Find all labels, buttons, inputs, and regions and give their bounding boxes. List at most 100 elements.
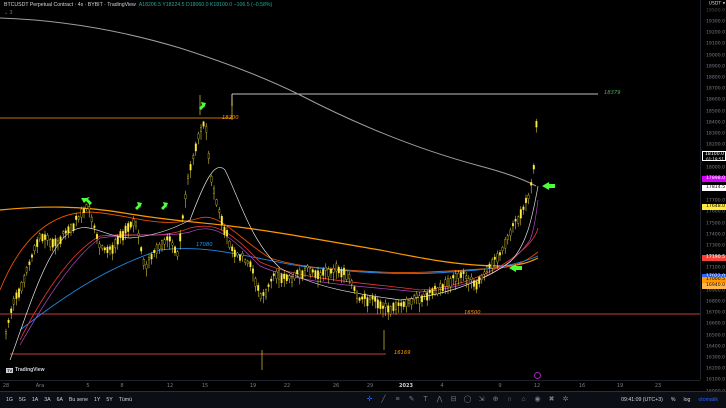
range-button[interactable]: 1Y [94,397,100,403]
candle-body [478,276,481,284]
magnet-icon[interactable]: ∩ [505,395,514,404]
range-button[interactable]: 1G [6,397,13,403]
shapes-icon[interactable]: ◯ [463,395,472,404]
candle-body [418,295,421,304]
candle-body [343,267,345,276]
range-button[interactable]: 5Y [106,397,112,403]
price-chart[interactable] [0,0,700,380]
time-tick-label: 16 [578,383,586,389]
candle-body [506,235,509,240]
ruler-icon[interactable]: ⊟ [449,395,458,404]
candle-body [187,175,189,180]
price-tick-label: 16300.0 [706,355,725,361]
candle-body [522,206,525,210]
candle-body [192,155,195,159]
candle-body [155,244,158,254]
label-16169: 16169 [394,350,411,356]
candle-body [356,291,358,300]
candle-body [218,209,221,213]
candle-body [174,246,176,254]
crosshair-icon[interactable]: ✛ [365,395,374,404]
price-tick-label: 16700.0 [706,310,725,316]
range-button[interactable]: Bu sene [69,397,88,403]
trendline-icon[interactable]: ╱ [379,395,388,404]
candle-body [285,274,288,281]
pattern-icon[interactable]: ⋀ [435,395,444,404]
brush-icon[interactable]: ✎ [407,395,416,404]
candle-body [75,215,78,220]
candle-body [408,300,410,304]
candle-body [49,239,52,248]
symbol-title[interactable]: BTCUSDT Perpetual Contract · 4s · BYBIT … [4,2,136,8]
range-button[interactable]: 1A [32,397,38,403]
price-axis[interactable]: USDT ▾ 19500.0 19300.0 19200.0 19100.0 1900… [700,0,726,405]
candle-body [376,299,379,309]
candle-body [124,225,127,234]
candle-body [327,269,330,277]
price-tick-label: 17500.0 [706,221,725,227]
candle-body [363,293,366,299]
measure-icon[interactable]: ⇲ [477,395,486,404]
time-tick-label: 15 [201,383,209,389]
eye-icon[interactable]: ◉ [533,395,542,404]
candle-body [168,236,171,242]
fib-icon[interactable]: ≡ [393,395,402,404]
time-tick-label: 19 [616,383,624,389]
candle-body [20,282,23,292]
candle-body [200,127,202,132]
indicator-collapse-toggle[interactable]: ⌄ 3 [4,10,12,16]
chart-area[interactable]: BTCUSDT Perpetual Contract · 4s · BYBIT … [0,0,700,380]
price-badge: 17648.0 [702,204,726,211]
candle-body [80,209,83,218]
text-icon[interactable]: T [421,395,430,404]
candle-body [421,295,423,302]
percent-toggle[interactable]: % [671,397,676,403]
candle-body [12,298,15,305]
ma-200-line [0,17,537,187]
clock-time[interactable]: 09:41:09 (UTC+3) [621,397,663,403]
range-button[interactable]: 3A [44,397,50,403]
candlestick-series[interactable] [5,95,538,370]
price-badge: 17000.5 [702,276,726,283]
auto-toggle[interactable]: otomatik [698,397,718,403]
candle-body [114,239,117,249]
countdown-label: 01:18:51 [706,157,724,163]
candle-body [254,278,257,287]
candle-body [249,261,252,268]
candle-body [257,285,260,291]
candle-body [509,229,512,236]
candle-body [374,296,377,302]
candle-body [137,233,140,236]
candle-body [64,230,67,234]
candle-body [93,225,96,228]
candle-body [431,288,434,296]
candle-body [51,239,54,248]
candle-body [514,218,517,222]
price-badge: 17190.5 [702,255,726,262]
time-axis[interactable]: 28 Ara 5 8 12 15 19 22 26 29 2023 4 9 12 16 19 23 [0,380,700,391]
candle-body [25,267,28,273]
candle-body [298,269,301,279]
candle-body [119,231,122,239]
candle-body [486,266,488,272]
candle-body [176,251,179,257]
candle-body [62,231,65,235]
range-button[interactable]: 6A [57,397,63,403]
log-toggle[interactable]: log [683,397,690,403]
range-button[interactable]: 5G [19,397,26,403]
candle-body [350,280,353,285]
candle-body [473,280,475,287]
tradingview-logo[interactable]: TV TradingView [6,367,45,373]
range-button[interactable]: Tümü [119,397,132,403]
zoom-icon[interactable]: ⊕ [491,395,500,404]
candle-body [402,301,405,307]
go-to-realtime-icon[interactable] [534,372,541,379]
candle-body [405,298,408,307]
currency-selector[interactable]: USDT ▾ [709,2,725,7]
time-tick-label: 2023 [399,383,413,389]
trash-icon[interactable]: ✖ [547,395,556,404]
lock-icon[interactable]: ⌂ [519,395,528,404]
candle-body [410,298,413,305]
settings-icon[interactable]: ✲ [561,395,570,404]
candle-body [72,223,75,231]
